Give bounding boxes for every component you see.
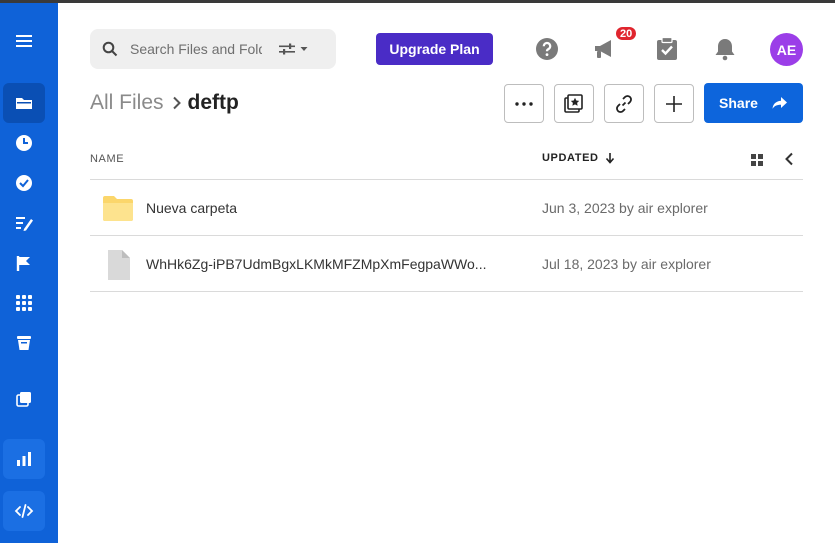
row-updated: Jun 3, 2023 by air explorer <box>542 200 708 216</box>
check-circle-icon <box>16 175 32 191</box>
breadcrumb: All Files deftp <box>90 90 239 116</box>
column-header-updated[interactable]: UPDATED <box>542 152 615 164</box>
share-button[interactable]: Share <box>704 83 803 123</box>
share-button-label: Share <box>719 95 758 111</box>
breadcrumb-chevron-right-icon <box>172 96 182 110</box>
link-icon <box>616 94 632 113</box>
sort-down-arrow-icon <box>605 153 614 164</box>
sidebar-item-trash[interactable] <box>3 323 45 363</box>
row-file-name[interactable]: Nueva carpeta <box>146 200 237 216</box>
sidebar-item-developer[interactable] <box>3 491 45 531</box>
sidebar-item-recent[interactable] <box>3 123 45 163</box>
breadcrumb-root[interactable]: All Files <box>90 91 164 115</box>
sidebar-item-files[interactable] <box>3 83 45 123</box>
chevron-down-icon <box>300 47 308 51</box>
menu-icon[interactable] <box>3 21 45 61</box>
star-collection-icon <box>564 93 583 113</box>
code-icon <box>14 504 34 518</box>
sidebar-item-tasks[interactable] <box>3 163 45 203</box>
more-options-button[interactable] <box>504 84 544 123</box>
folder-icon <box>103 196 133 221</box>
sidebar-item-sign[interactable] <box>3 243 45 283</box>
trash-icon <box>17 336 31 350</box>
more-dots-icon <box>515 101 533 106</box>
add-to-collection-button[interactable] <box>554 84 594 123</box>
clock-icon <box>16 135 32 151</box>
search-icon <box>102 41 118 57</box>
search-filter-button[interactable] <box>278 43 308 55</box>
announcements-megaphone-icon[interactable] <box>592 36 618 62</box>
row-file-name[interactable]: WhHk6Zg-iPB7UdmBgxLKMkMFZMpXmFegpaWWo... <box>146 256 486 272</box>
column-header-updated-label: UPDATED <box>542 152 599 164</box>
help-icon[interactable] <box>534 36 560 62</box>
table-row[interactable]: WhHk6Zg-iPB7UdmBgxLKMkMFZMpXmFegpaWWo...… <box>90 236 803 292</box>
clipboard-check-icon[interactable] <box>654 36 680 62</box>
main-content: Upgrade Plan 20 AE All Files deftp Share… <box>58 3 835 543</box>
file-icon <box>108 250 130 280</box>
collections-icon <box>16 392 31 407</box>
copy-link-button[interactable] <box>604 84 644 123</box>
search-bar[interactable] <box>90 29 336 69</box>
bell-icon[interactable] <box>712 36 738 62</box>
search-input[interactable] <box>130 41 262 57</box>
sign-flag-icon <box>16 256 30 271</box>
notes-edit-icon <box>16 217 33 231</box>
breadcrumb-current: deftp <box>187 91 239 114</box>
notification-count-badge: 20 <box>614 25 639 42</box>
row-updated: Jul 18, 2023 by air explorer <box>542 256 711 272</box>
collapse-panel-chevron-left-icon[interactable] <box>784 152 794 171</box>
table-header: NAME UPDATED <box>90 143 803 180</box>
sidebar-item-analytics[interactable] <box>3 439 45 479</box>
share-arrow-icon <box>772 97 787 109</box>
column-header-name[interactable]: NAME <box>90 153 124 165</box>
sidebar <box>0 3 58 543</box>
folder-icon <box>16 98 32 109</box>
sidebar-item-apps[interactable] <box>3 283 45 323</box>
bar-chart-icon <box>17 452 31 466</box>
plus-icon <box>666 95 682 112</box>
table-row[interactable]: Nueva carpeta Jun 3, 2023 by air explore… <box>90 180 803 236</box>
user-avatar[interactable]: AE <box>770 33 803 66</box>
filter-sliders-icon <box>279 43 295 55</box>
apps-grid-icon <box>16 295 32 311</box>
upgrade-plan-button[interactable]: Upgrade Plan <box>376 33 493 65</box>
sidebar-item-notes[interactable] <box>3 203 45 243</box>
add-new-button[interactable] <box>654 84 694 123</box>
grid-view-icon[interactable] <box>750 153 764 172</box>
sidebar-item-collections[interactable] <box>3 379 45 419</box>
